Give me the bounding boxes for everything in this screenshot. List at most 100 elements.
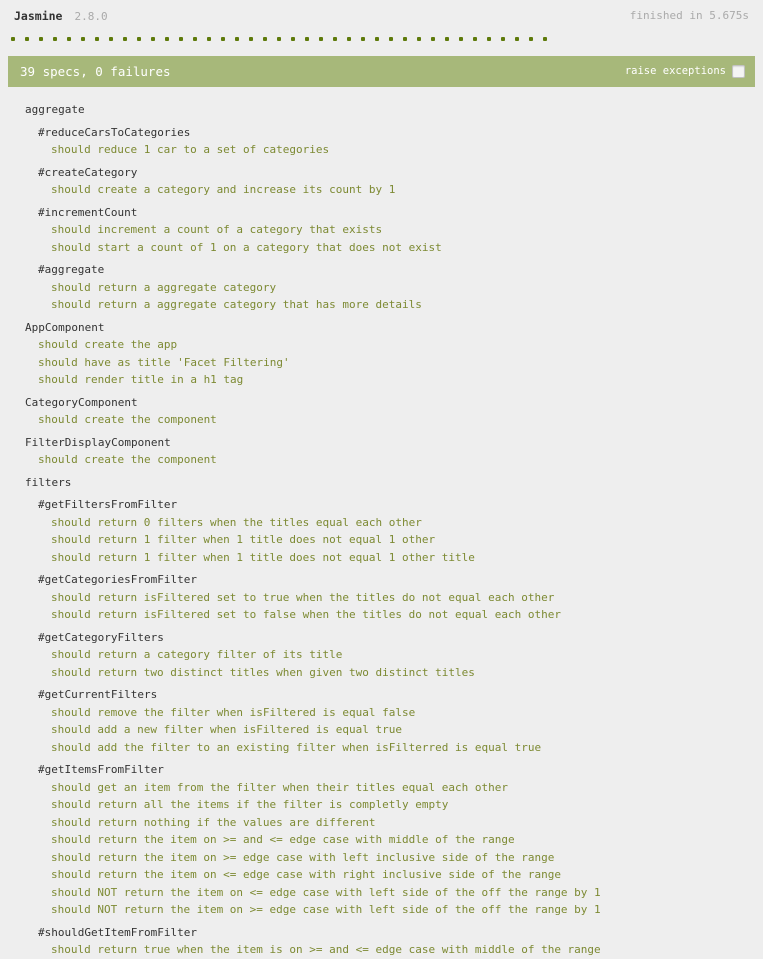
symbol-passed[interactable] [498, 30, 512, 50]
suite-name[interactable]: #incrementCount [0, 199, 763, 222]
symbol-passed[interactable] [78, 30, 92, 50]
symbol-passed[interactable] [456, 30, 470, 50]
spec-item[interactable]: should return 0 filters when the titles … [0, 514, 763, 532]
suite: #incrementCount should increment a count … [0, 199, 763, 257]
symbol-passed[interactable] [414, 30, 428, 50]
symbol-passed[interactable] [358, 30, 372, 50]
spec-item[interactable]: should remove the filter when isFiltered… [0, 704, 763, 722]
symbol-passed[interactable] [8, 30, 22, 50]
symbol-passed[interactable] [36, 30, 50, 50]
symbol-passed[interactable] [540, 30, 554, 50]
suite-name[interactable]: AppComponent [0, 314, 763, 337]
suite-name[interactable]: #getFiltersFromFilter [0, 491, 763, 514]
suite: #getItemsFromFilter should get an item fr… [0, 756, 763, 919]
spec-item[interactable]: should return isFiltered set to false wh… [0, 606, 763, 624]
suite-name[interactable]: #getCategoryFilters [0, 624, 763, 647]
raise-exceptions-checkbox[interactable] [732, 65, 745, 78]
banner: Jasmine 2.8.0 finished in 5.675s [0, 0, 763, 30]
spec-item[interactable]: should reduce 1 car to a set of categori… [0, 141, 763, 159]
jasmine-version: 2.8.0 [74, 10, 108, 23]
suite-name[interactable]: #getCategoriesFromFilter [0, 566, 763, 589]
spec-item[interactable]: should have as title 'Facet Filtering' [0, 354, 763, 372]
spec-item[interactable]: should return the item on >= and <= edge… [0, 831, 763, 849]
spec-item[interactable]: should return true when the item is on >… [0, 941, 763, 959]
symbol-passed[interactable] [302, 30, 316, 50]
symbol-passed[interactable] [470, 30, 484, 50]
symbol-passed[interactable] [148, 30, 162, 50]
spec-item[interactable]: should NOT return the item on >= edge ca… [0, 901, 763, 919]
spec-item[interactable]: should start a count of 1 on a category … [0, 239, 763, 257]
symbol-passed[interactable] [274, 30, 288, 50]
suite-name[interactable]: aggregate [0, 96, 763, 119]
suite-name[interactable]: #getCurrentFilters [0, 681, 763, 704]
symbol-passed[interactable] [288, 30, 302, 50]
suite-name[interactable]: FilterDisplayComponent [0, 429, 763, 452]
symbol-passed[interactable] [50, 30, 64, 50]
symbol-passed[interactable] [22, 30, 36, 50]
spec-item[interactable]: should return a aggregate category [0, 279, 763, 297]
symbol-passed[interactable] [512, 30, 526, 50]
suite-name[interactable]: #aggregate [0, 256, 763, 279]
suite-name[interactable]: CategoryComponent [0, 389, 763, 412]
symbol-passed[interactable] [92, 30, 106, 50]
spec-item[interactable]: should render title in a h1 tag [0, 371, 763, 389]
symbol-passed[interactable] [260, 30, 274, 50]
suite-name[interactable]: #createCategory [0, 159, 763, 182]
spec-item[interactable]: should return a category filter of its t… [0, 646, 763, 664]
suite-name[interactable]: filters [0, 469, 763, 492]
raise-exceptions-control[interactable]: raise exceptions [625, 56, 745, 87]
symbol-passed[interactable] [372, 30, 386, 50]
symbol-passed[interactable] [442, 30, 456, 50]
symbol-passed[interactable] [190, 30, 204, 50]
spec-item[interactable]: should return nothing if the values are … [0, 814, 763, 832]
summary-tree: aggregate #reduceCarsToCategories should r… [0, 96, 763, 959]
raise-exceptions-label[interactable]: raise exceptions [625, 56, 726, 87]
spec-item[interactable]: should create the app [0, 336, 763, 354]
symbol-passed[interactable] [204, 30, 218, 50]
symbol-passed[interactable] [386, 30, 400, 50]
suite-name[interactable]: #reduceCarsToCategories [0, 119, 763, 142]
spec-item[interactable]: should return 1 filter when 1 title does… [0, 531, 763, 549]
spec-item[interactable]: should return the item on >= edge case w… [0, 849, 763, 867]
spec-item[interactable]: should add a new filter when isFiltered … [0, 721, 763, 739]
symbol-passed[interactable] [134, 30, 148, 50]
spec-item[interactable]: should return isFiltered set to true whe… [0, 589, 763, 607]
spec-item[interactable]: should increment a count of a category t… [0, 221, 763, 239]
symbol-passed[interactable] [218, 30, 232, 50]
suite: AppComponent should create the app should … [0, 314, 763, 389]
symbol-passed[interactable] [316, 30, 330, 50]
symbol-passed[interactable] [106, 30, 120, 50]
symbol-passed[interactable] [246, 30, 260, 50]
symbol-passed[interactable] [232, 30, 246, 50]
spec-item[interactable]: should get an item from the filter when … [0, 779, 763, 797]
nested-suite-list: #reduceCarsToCategories should reduce 1 c… [0, 119, 763, 314]
spec-item[interactable]: should return the item on <= edge case w… [0, 866, 763, 884]
symbol-passed[interactable] [64, 30, 78, 50]
spec-item[interactable]: should return a aggregate category that … [0, 296, 763, 314]
spec-item[interactable]: should NOT return the item on <= edge ca… [0, 884, 763, 902]
symbol-passed[interactable] [330, 30, 344, 50]
symbol-passed[interactable] [428, 30, 442, 50]
spec-list: should increment a count of a category t… [0, 221, 763, 256]
symbol-passed[interactable] [162, 30, 176, 50]
suite: #shouldGetItemFromFilter should return tr… [0, 919, 763, 959]
spec-item[interactable]: should return 1 filter when 1 title does… [0, 549, 763, 567]
symbol-passed[interactable] [484, 30, 498, 50]
spec-item[interactable]: should return two distinct titles when g… [0, 664, 763, 682]
suite-name[interactable]: #getItemsFromFilter [0, 756, 763, 779]
spec-item[interactable]: should create a category and increase it… [0, 181, 763, 199]
symbol-passed[interactable] [526, 30, 540, 50]
spec-item[interactable]: should create the component [0, 411, 763, 429]
suite-name[interactable]: #shouldGetItemFromFilter [0, 919, 763, 942]
jasmine-title: Jasmine [14, 9, 63, 23]
spec-item[interactable]: should add the filter to an existing fil… [0, 739, 763, 757]
symbol-passed[interactable] [176, 30, 190, 50]
spec-list: should create a category and increase it… [0, 181, 763, 199]
symbol-passed[interactable] [120, 30, 134, 50]
symbol-passed[interactable] [400, 30, 414, 50]
spec-item[interactable]: should return all the items if the filte… [0, 796, 763, 814]
spec-item[interactable]: should create the component [0, 451, 763, 469]
symbol-passed[interactable] [344, 30, 358, 50]
suite: #getCategoryFilters should return a categ… [0, 624, 763, 682]
spec-list: should return isFiltered set to true whe… [0, 589, 763, 624]
